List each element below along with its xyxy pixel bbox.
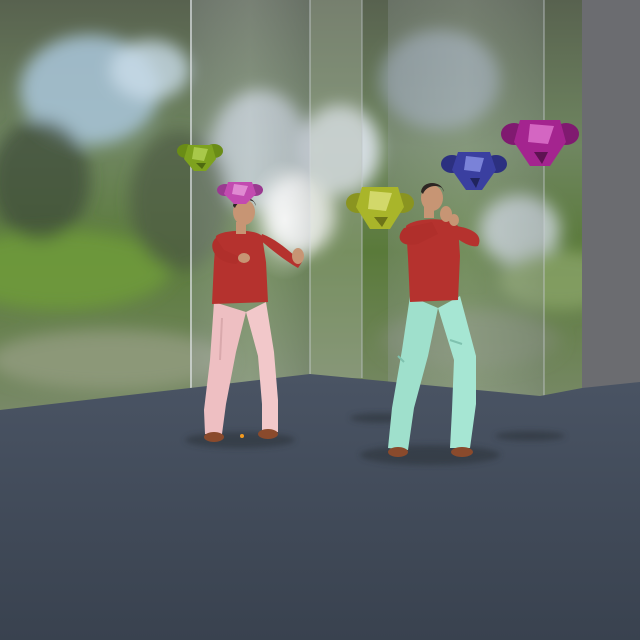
shoe — [388, 447, 408, 457]
shoe — [204, 432, 224, 442]
shoe — [451, 447, 473, 457]
backdrop — [0, 0, 640, 420]
gray-wall — [582, 0, 640, 390]
3d-render-scene — [0, 0, 640, 640]
scene-canvas — [0, 0, 640, 640]
shoe — [258, 429, 278, 439]
floor — [0, 374, 640, 640]
origin-marker — [240, 434, 244, 438]
